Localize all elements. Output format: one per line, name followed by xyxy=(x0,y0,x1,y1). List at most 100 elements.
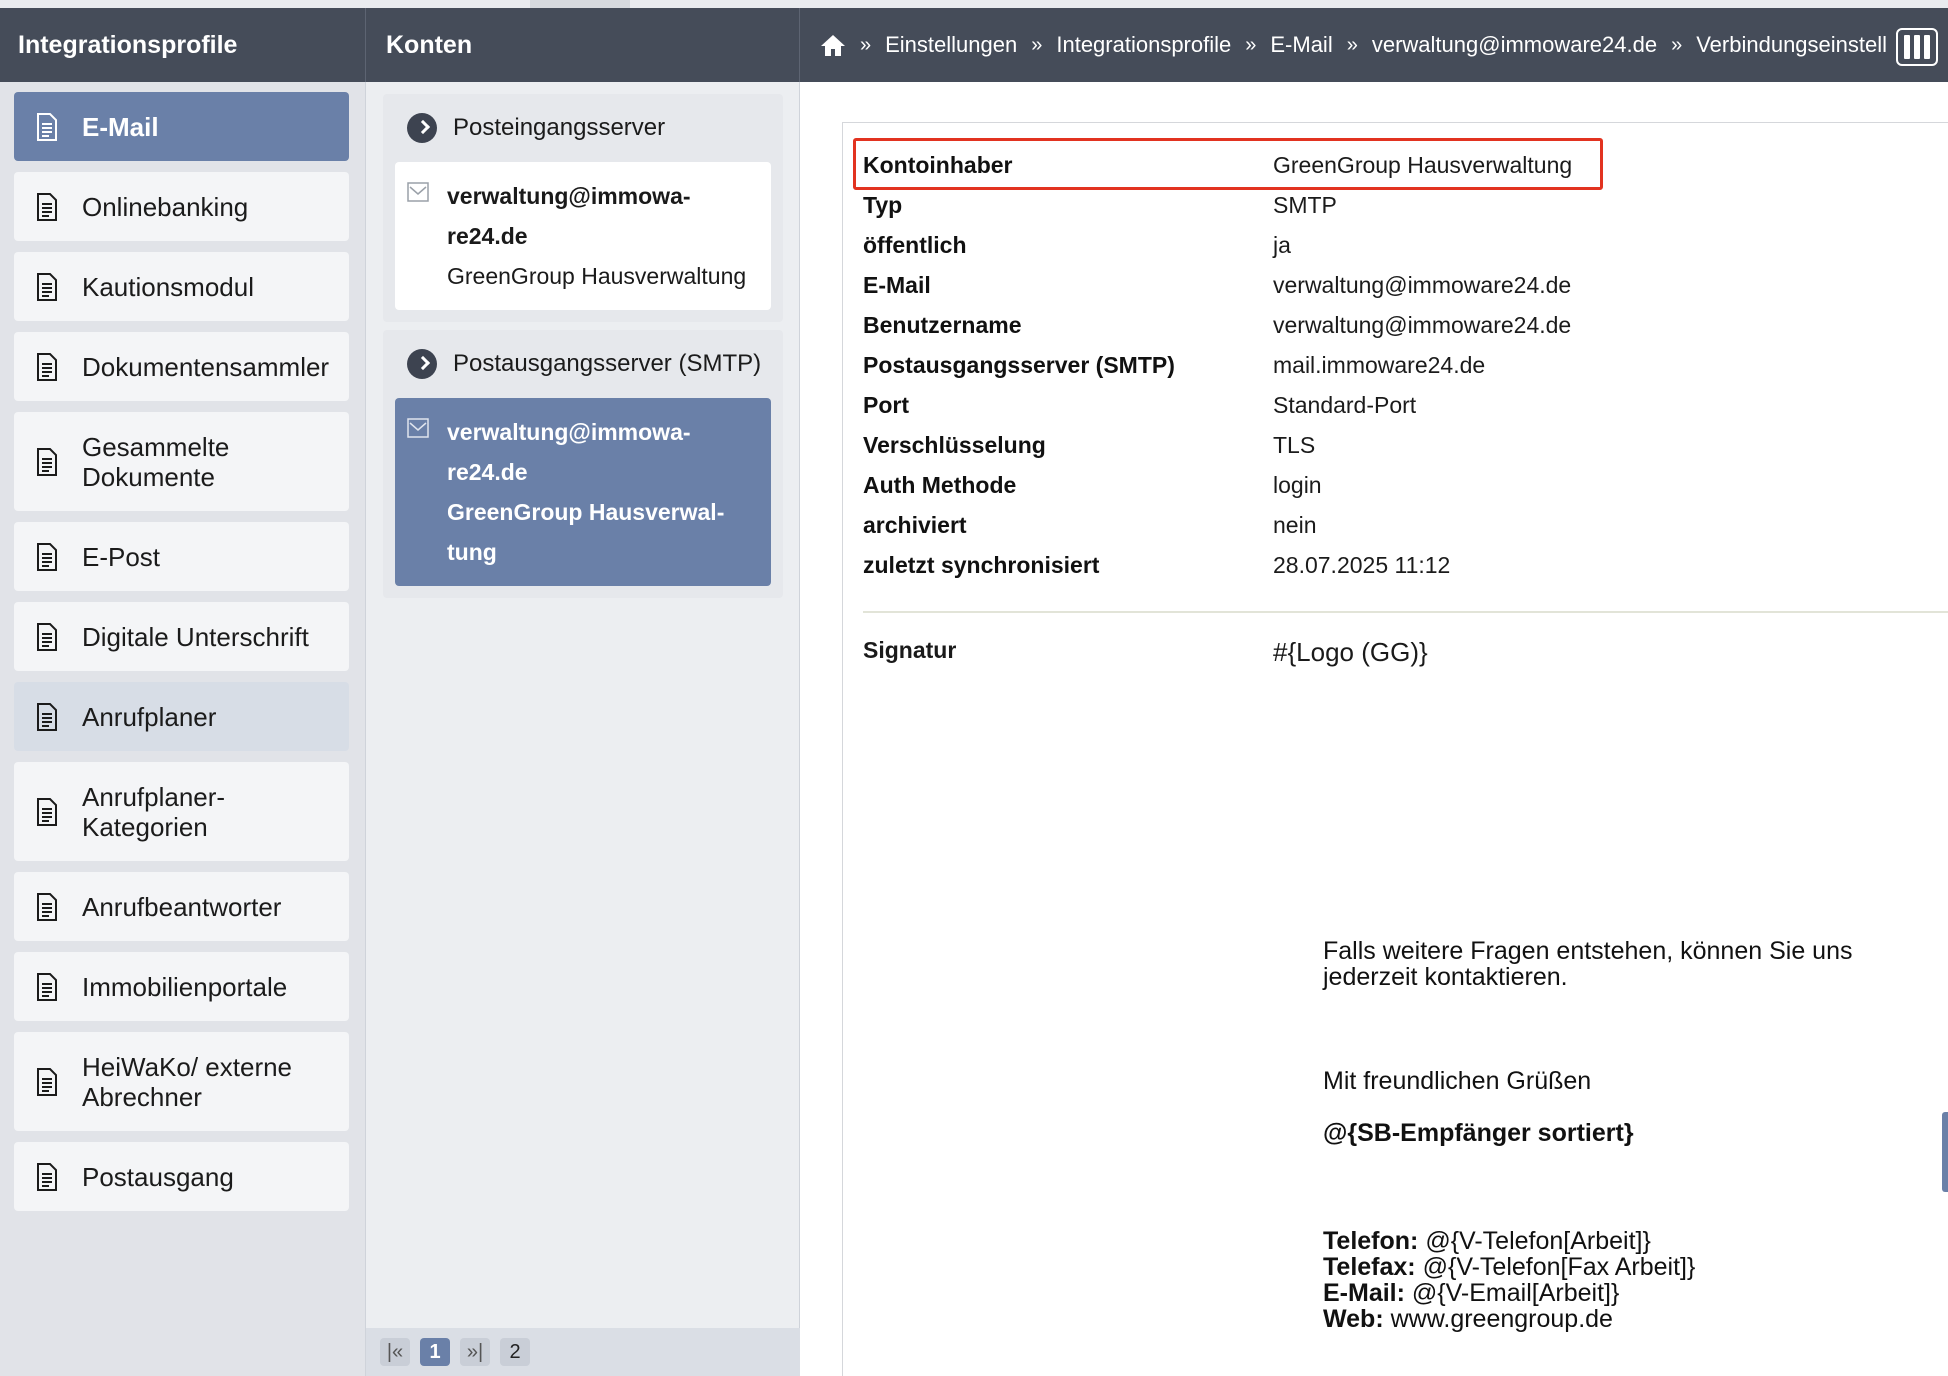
sidebar-item-label: Dokumentensammler xyxy=(82,351,330,382)
signature-greeting: Mit freundlichen Grüßen xyxy=(1323,1067,1592,1095)
document-icon xyxy=(37,892,57,921)
outgoing-server-group: Postausgangsserver (SMTP) verwaltung@imm… xyxy=(383,330,783,598)
signature-paragraph: Falls weitere Fragen entstehen, können S… xyxy=(1323,937,1853,991)
field-label: Verschlüsselung xyxy=(863,431,1046,458)
document-icon xyxy=(37,622,57,651)
account-address-line: re24.de xyxy=(447,223,528,249)
incoming-server-group: Posteingangsserver verwaltung@immowa- re… xyxy=(383,94,783,322)
panel-title-konten: Konten xyxy=(366,8,800,82)
row-zuletzt-synchronisiert: zuletzt synchronisiert 28.07.2025 11:12 xyxy=(863,545,1923,585)
contact-label: Telefon: xyxy=(1323,1227,1419,1255)
column-layout-toggle-icon[interactable] xyxy=(1896,28,1938,66)
breadcrumb-separator: » xyxy=(1031,33,1043,56)
document-icon xyxy=(37,1067,57,1096)
breadcrumb: » Einstellungen » Integrationsprofile » … xyxy=(800,8,1898,82)
field-label: E-Mail xyxy=(863,271,931,298)
sidebar-item-label: Onlinebanking xyxy=(82,191,249,222)
contact-value: www.greengroup.de xyxy=(1383,1305,1613,1333)
sidebar-item-label: Anrufplaner-Kategorien xyxy=(82,781,226,842)
field-value: TLS xyxy=(1273,431,1316,458)
sidebar-item-label: E-Mail xyxy=(82,111,159,142)
account-owner-line: tung xyxy=(447,539,497,565)
sidebar-item-email[interactable]: E-Mail xyxy=(14,92,349,161)
sidebar-item-label: Kautionsmodul xyxy=(82,271,254,302)
field-value: nein xyxy=(1273,511,1317,538)
row-verschluesselung: Verschlüsselung TLS xyxy=(863,425,1923,465)
row-signatur: Signatur #{Logo (GG)} xyxy=(863,637,1428,668)
breadcrumb-email[interactable]: E-Mail xyxy=(1270,32,1332,58)
page-count[interactable]: 2 xyxy=(500,1338,530,1366)
breadcrumb-separator: » xyxy=(1671,33,1683,56)
field-label: Kontoinhaber xyxy=(863,151,1013,178)
header-bar: Integrationsprofile Konten » Einstellung… xyxy=(0,8,1948,82)
sidebar-item-dokumentensammler[interactable]: Dokumentensammler xyxy=(14,332,349,401)
document-icon xyxy=(37,272,57,301)
sidebar-item-label: HeiWaKo/ externe Abrechner xyxy=(82,1051,293,1112)
incoming-server-header[interactable]: Posteingangsserver xyxy=(395,104,771,152)
row-oeffentlich: öffentlich ja xyxy=(863,225,1923,265)
signature-label: Signatur xyxy=(863,637,957,663)
sidebar-item-label: Digitale Unterschrift xyxy=(82,621,309,652)
sidebar-item-label: Postausgang xyxy=(82,1161,234,1192)
top-tab-segment xyxy=(530,0,630,8)
sidebar-item-anrufplaner[interactable]: Anrufplaner xyxy=(14,682,349,751)
row-typ: Typ SMTP xyxy=(863,185,1923,225)
document-icon xyxy=(37,1162,57,1191)
sidebar-item-label: E-Post xyxy=(82,541,161,572)
contact-value: @{V-Telefon[Fax Arbeit]} xyxy=(1415,1253,1696,1281)
contact-web: Web: www.greengroup.de xyxy=(1323,1306,1923,1332)
signature-logo-placeholder: #{Logo (GG)} xyxy=(1273,637,1428,667)
contact-label: Telefax: xyxy=(1323,1253,1416,1281)
account-address-line: verwaltung@immowa- xyxy=(447,419,691,445)
account-address-line: re24.de xyxy=(447,459,528,485)
sidebar-item-label: Anrufplaner xyxy=(82,701,217,732)
field-value: mail.immoware24.de xyxy=(1273,351,1486,378)
breadcrumb-separator: » xyxy=(860,33,872,56)
outgoing-server-title: Postausgangsserver (SMTP) xyxy=(453,350,762,377)
breadcrumb-einstellungen[interactable]: Einstellungen xyxy=(885,32,1017,58)
section-divider xyxy=(863,611,1948,613)
sidebar-item-immobilienportale[interactable]: Immobilienportale xyxy=(14,952,349,1021)
connection-settings-panel: Kontoinhaber GreenGroup Hausverwaltung Ty… xyxy=(842,122,1948,1376)
sidebar-item-digitale-unterschrift[interactable]: Digitale Unterschrift xyxy=(14,602,349,671)
account-address-line: verwaltung@immowa- xyxy=(447,183,691,209)
last-page-button[interactable]: »| xyxy=(460,1338,490,1366)
document-icon xyxy=(37,112,57,141)
sidebar-item-postausgang[interactable]: Postausgang xyxy=(14,1142,349,1211)
contact-label: Web: xyxy=(1323,1305,1384,1333)
side-panel-handle[interactable] xyxy=(1942,1112,1948,1192)
field-value: SMTP xyxy=(1273,191,1337,218)
home-icon[interactable] xyxy=(820,33,846,57)
document-icon xyxy=(37,542,57,571)
signature-contact-block: Telefon: @{V-Telefon[Arbeit]} Telefax: @… xyxy=(1323,1228,1923,1332)
outgoing-server-header[interactable]: Postausgangsserver (SMTP) xyxy=(395,340,771,388)
contact-email: E-Mail: @{V-Email[Arbeit]} xyxy=(1323,1280,1923,1306)
chevron-right-circle-icon xyxy=(407,349,437,379)
field-label: Benutzername xyxy=(863,311,1022,338)
current-page-button[interactable]: 1 xyxy=(420,1338,450,1366)
field-label: öffentlich xyxy=(863,231,967,258)
breadcrumb-integrationsprofile[interactable]: Integrationsprofile xyxy=(1056,32,1231,58)
row-benutzername: Benutzername verwaltung@immoware24.de xyxy=(863,305,1923,345)
field-label: Auth Methode xyxy=(863,471,1017,498)
sidebar-item-onlinebanking[interactable]: Onlinebanking xyxy=(14,172,349,241)
account-card-incoming[interactable]: verwaltung@immowa- re24.de GreenGroup Ha… xyxy=(395,162,771,310)
sidebar-item-kautionsmodul[interactable]: Kautionsmodul xyxy=(14,252,349,321)
sidebar-item-heiwako[interactable]: HeiWaKo/ externe Abrechner xyxy=(14,1032,349,1131)
account-card-outgoing[interactable]: verwaltung@immowa- re24.de GreenGroup Ha… xyxy=(395,398,771,586)
envelope-icon xyxy=(407,182,429,202)
breadcrumb-account[interactable]: verwaltung@immoware24.de xyxy=(1372,32,1657,58)
sidebar-item-e-post[interactable]: E-Post xyxy=(14,522,349,591)
accounts-column: Posteingangsserver verwaltung@immowa- re… xyxy=(366,82,800,1376)
account-owner: GreenGroup Hausverwaltung xyxy=(447,263,747,289)
row-kontoinhaber: Kontoinhaber GreenGroup Hausverwaltung xyxy=(863,145,1923,185)
field-value: ja xyxy=(1273,231,1291,258)
window-top-strip xyxy=(0,0,1948,8)
first-page-button[interactable]: |« xyxy=(380,1338,410,1366)
document-icon xyxy=(37,447,57,476)
sidebar-item-anrufbeantworter[interactable]: Anrufbeantworter xyxy=(14,872,349,941)
sidebar-item-anrufplaner-kategorien[interactable]: Anrufplaner-Kategorien xyxy=(14,762,349,861)
breadcrumb-verbindungseinstellungen[interactable]: Verbindungseinstell xyxy=(1696,32,1887,58)
sidebar-item-gesammelte-dokumente[interactable]: Gesammelte Dokumente xyxy=(14,412,349,511)
field-label: Typ xyxy=(863,191,903,218)
